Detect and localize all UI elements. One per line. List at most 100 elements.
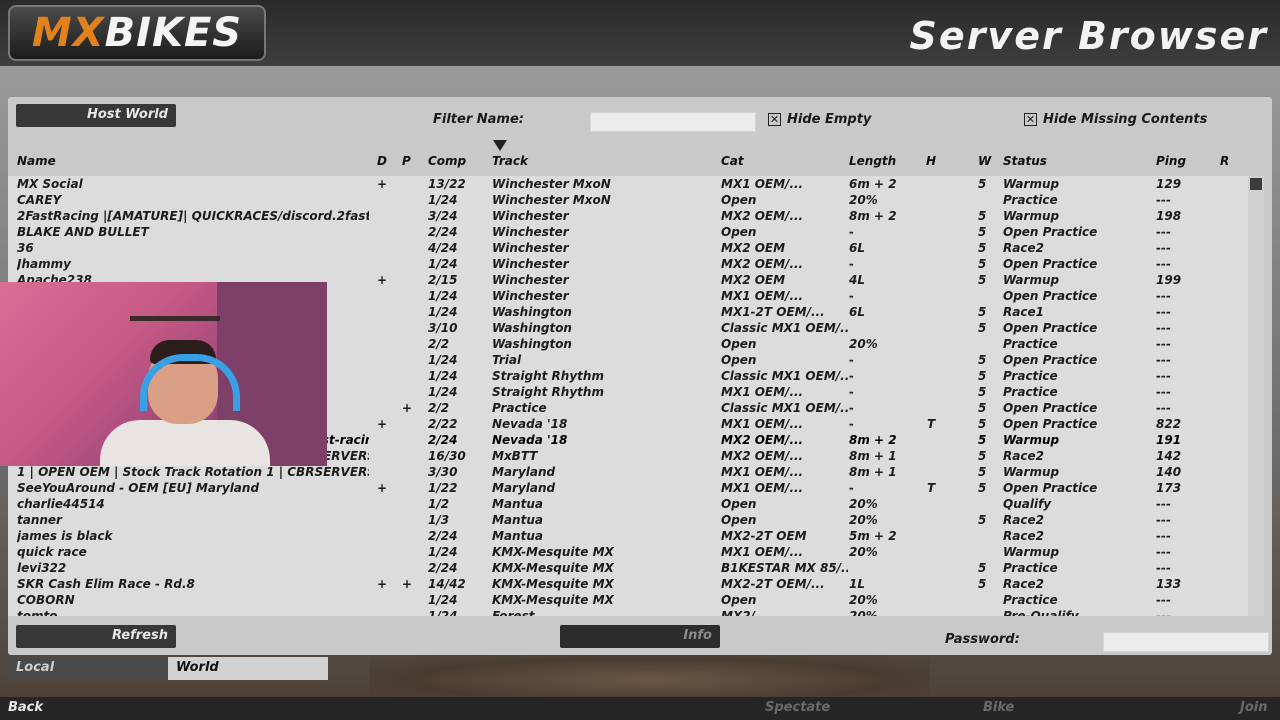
server-cell-status: Practice — [1003, 385, 1058, 399]
server-cell-cat: MX1-2T OEM/... — [721, 305, 825, 319]
server-cell-comp: 1/2 — [428, 497, 450, 511]
server-cell-status: Open Practice — [1003, 289, 1098, 303]
server-cell-ping: 198 — [1156, 209, 1182, 223]
server-cell-track: Nevada '18 — [492, 433, 568, 447]
server-cell-w: 5 — [978, 305, 987, 319]
sort-arrow-icon — [493, 140, 507, 151]
server-cell-length: 6L — [849, 241, 865, 255]
col-header-p[interactable]: P — [402, 154, 411, 168]
server-cell-track: Winchester MxoN — [492, 193, 611, 207]
col-header-track[interactable]: Track — [492, 154, 528, 168]
server-row[interactable]: 36 4/24 Winchester MX2 OEM 6L 5 Race2 --- — [8, 240, 1248, 256]
server-row[interactable]: 1 | OPEN OEM | Stock Track Rotation 1 | … — [8, 464, 1248, 480]
col-header-status[interactable]: Status — [1003, 154, 1047, 168]
server-cell-length: 6L — [849, 305, 865, 319]
server-row[interactable]: CAREY 1/24 Winchester MxoN Open 20% Practice -… — [8, 192, 1248, 208]
filter-name-input[interactable] — [590, 112, 756, 132]
col-header-ping[interactable]: Ping — [1156, 154, 1186, 168]
server-row[interactable]: 2FastRacing |[AMATURE]| QUICKRACES/disco… — [8, 208, 1248, 224]
server-row[interactable]: SKR Cash Elim Race - Rd.8 + +14/42 KMX-Mesq… — [8, 576, 1248, 592]
server-cell-cat: Classic MX1 OEM/...r — [721, 401, 848, 415]
server-cell-name: SKR Cash Elim Race - Rd.8 — [17, 577, 195, 591]
server-cell-cat: Classic MX1 OEM/...r — [721, 369, 848, 383]
hide-missing-contents-label: Hide Missing Contents — [1043, 112, 1208, 127]
server-cell-track: Winchester — [492, 257, 569, 271]
server-cell-ping: --- — [1156, 609, 1171, 616]
host-world-button[interactable]: Host World — [16, 104, 176, 127]
server-cell-track: Mantua — [492, 529, 543, 543]
back-button[interactable]: Back — [8, 700, 43, 715]
col-header-comp[interactable]: Comp — [428, 154, 466, 168]
server-cell-status: Practice — [1003, 561, 1058, 575]
join-button[interactable]: Join — [1240, 700, 1267, 715]
server-cell-track: Trial — [492, 353, 522, 367]
server-row[interactable]: charlie44514 1/2 Mantua Open 20% Qualify --- — [8, 496, 1248, 512]
server-cell-cat: Classic MX1 OEM/...r — [721, 321, 848, 335]
hide-empty-label: Hide Empty — [787, 112, 872, 127]
server-cell-name: levi322 — [17, 561, 67, 575]
server-cell-name: tanner — [17, 513, 62, 527]
server-cell-track: KMX-Mesquite MX — [492, 545, 614, 559]
server-row[interactable]: SeeYouAround - OEM [EU] Maryland +1/22 Mar… — [8, 480, 1248, 496]
server-cell-length: 20% — [849, 497, 878, 511]
server-cell-p: + — [402, 577, 413, 591]
spectate-button[interactable]: Spectate — [765, 700, 830, 715]
server-cell-status: Open Practice — [1003, 353, 1098, 367]
server-list-scrollbar[interactable] — [1248, 176, 1264, 616]
server-cell-cat: MX2-2T OEM/... — [721, 577, 825, 591]
server-cell-comp: 16/30 — [428, 449, 466, 463]
server-cell-status: Race2 — [1003, 449, 1044, 463]
server-cell-ping: 129 — [1156, 177, 1182, 191]
refresh-button[interactable]: Refresh — [16, 625, 176, 648]
server-cell-ping: --- — [1156, 593, 1171, 607]
server-cell-cat: MX2 OEM/... — [721, 209, 804, 223]
server-row[interactable]: tanner 1/3 Mantua Open 20% 5 Race2 --- — [8, 512, 1248, 528]
server-row[interactable]: MX Social +13/22 Winchester MxoN MX1 OEM/..… — [8, 176, 1248, 192]
col-header-w[interactable]: W — [978, 154, 991, 168]
server-row[interactable]: james is black 2/24 Mantua MX2-2T OEM 5m + 2… — [8, 528, 1248, 544]
server-cell-w: 5 — [978, 273, 987, 287]
server-cell-comp: 2/24 — [428, 433, 458, 447]
server-cell-track: Straight Rhythm — [492, 369, 604, 383]
col-header-d[interactable]: D — [377, 154, 387, 168]
server-cell-w: 5 — [978, 433, 987, 447]
server-cell-comp: 1/22 — [428, 481, 458, 495]
server-row[interactable]: Jhammy 1/24 Winchester MX2 OEM/... - 5 Open Pr… — [8, 256, 1248, 272]
server-row[interactable]: COBORN 1/24 KMX-Mesquite MX Open 20% Practice… — [8, 592, 1248, 608]
server-cell-comp: 2/24 — [428, 225, 458, 239]
info-button[interactable]: Info — [560, 625, 720, 648]
server-cell-status: Open Practice — [1003, 225, 1098, 239]
server-cell-name: Jhammy — [17, 257, 71, 271]
tab-local[interactable]: Local — [8, 657, 168, 680]
col-header-name[interactable]: Name — [17, 154, 56, 168]
scrollbar-thumb[interactable] — [1250, 178, 1262, 190]
server-cell-ping: --- — [1156, 401, 1171, 415]
hide-missing-contents-checkbox[interactable]: ✕ — [1024, 113, 1037, 126]
col-header-r[interactable]: R — [1220, 154, 1229, 168]
server-row[interactable]: levi322 2/24 KMX-Mesquite MX B1KESTAR MX 85… — [8, 560, 1248, 576]
server-cell-ping: 173 — [1156, 481, 1182, 495]
password-input[interactable] — [1103, 632, 1269, 652]
server-row[interactable]: quick race 1/24 KMX-Mesquite MX MX1 OEM/...… — [8, 544, 1248, 560]
server-cell-status: Practice — [1003, 337, 1058, 351]
server-cell-cat: MX1 OEM/... — [721, 545, 804, 559]
server-cell-track: Forest — [492, 609, 535, 616]
server-cell-name: BLAKE AND BULLET — [17, 225, 149, 239]
server-row[interactable]: tomto 1/24 Forest MX2/... 20% Pre-Qualify --- — [8, 608, 1248, 616]
webcam-overlay — [0, 282, 327, 466]
hide-empty-checkbox[interactable]: ✕ — [768, 113, 781, 126]
server-cell-status: Race1 — [1003, 305, 1044, 319]
server-cell-ping: 140 — [1156, 465, 1182, 479]
server-cell-track: Straight Rhythm — [492, 385, 604, 399]
col-header-cat[interactable]: Cat — [721, 154, 744, 168]
bike-button[interactable]: Bike — [983, 700, 1014, 715]
server-cell-name: quick race — [17, 545, 87, 559]
col-header-h[interactable]: H — [926, 154, 936, 168]
server-row[interactable]: BLAKE AND BULLET 2/24 Winchester Open - 5 Open… — [8, 224, 1248, 240]
col-header-length[interactable]: Length — [849, 154, 896, 168]
server-cell-w: 5 — [978, 449, 987, 463]
server-cell-track: KMX-Mesquite MX — [492, 577, 614, 591]
server-cell-ping: --- — [1156, 289, 1171, 303]
server-cell-length: - — [849, 417, 854, 431]
tab-world[interactable]: World — [168, 657, 328, 680]
